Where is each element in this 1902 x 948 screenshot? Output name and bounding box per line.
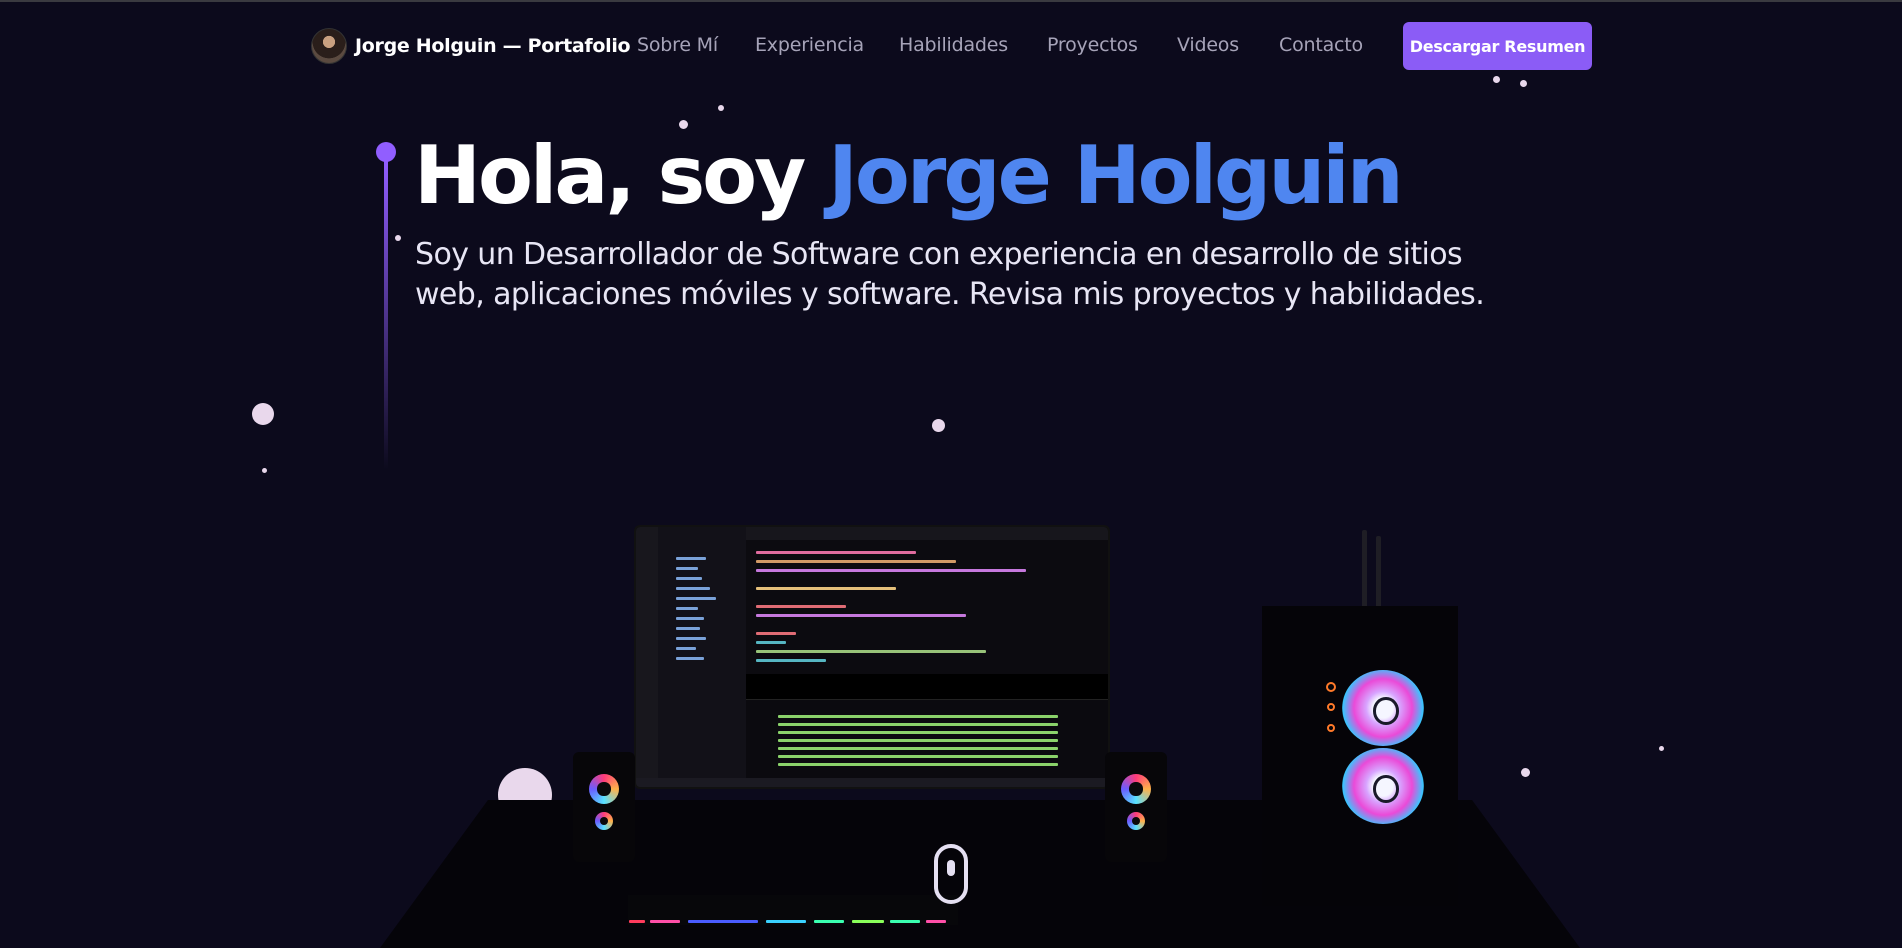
editor-status-bar — [636, 778, 1108, 787]
pc-fan-icon — [1342, 748, 1424, 824]
brand-title: Jorge Holguin — Portafolio — [355, 35, 631, 57]
hero-subtitle: Soy un Desarrollador de Software con exp… — [415, 237, 1485, 312]
hero-name: Jorge Holguin — [828, 129, 1403, 222]
hero-title: Hola, soy Jorge Holguin — [414, 128, 1404, 224]
particle — [1493, 76, 1500, 83]
download-resume-button[interactable]: Descargar Resumen — [1403, 22, 1592, 70]
speaker-ring-icon — [1121, 774, 1151, 804]
editor-activity-bar — [636, 527, 658, 787]
monitor-screen — [636, 527, 1108, 787]
mouse-scroll-icon[interactable] — [934, 844, 968, 904]
particle — [932, 419, 945, 432]
nav-link-contacto[interactable]: Contacto — [1279, 34, 1363, 56]
particle — [395, 235, 401, 241]
nav-link-proyectos[interactable]: Proyectos — [1047, 34, 1138, 56]
speaker-ring-icon — [595, 812, 613, 830]
particle — [262, 468, 267, 473]
brand-link[interactable]: Jorge Holguin — Portafolio — [311, 28, 631, 64]
editor-tabs — [746, 527, 1108, 540]
particle — [1659, 746, 1664, 751]
nav-link-habilidades[interactable]: Habilidades — [899, 34, 1008, 56]
navbar: Jorge Holguin — Portafolio Sobre Mí Expe… — [0, 0, 1902, 92]
speaker-ring-icon — [589, 774, 619, 804]
editor-file-explorer — [658, 527, 746, 779]
hero-accent-line — [384, 160, 388, 470]
avatar-icon — [311, 28, 347, 64]
nav-link-experiencia[interactable]: Experiencia — [755, 34, 864, 56]
speaker-left — [573, 752, 635, 862]
speaker-right — [1105, 752, 1167, 862]
particle — [718, 105, 724, 111]
speaker-ring-icon — [1127, 812, 1145, 830]
pc-fan-icon — [1342, 670, 1424, 746]
nav-link-videos[interactable]: Videos — [1177, 34, 1239, 56]
particle — [252, 403, 274, 425]
nav-link-sobre-mi[interactable]: Sobre Mí — [637, 34, 718, 56]
particle — [1521, 768, 1530, 777]
particle — [679, 120, 688, 129]
hero-greeting: Hola, soy — [414, 129, 806, 222]
particle — [1520, 80, 1527, 87]
hero-accent-dot — [376, 142, 396, 162]
